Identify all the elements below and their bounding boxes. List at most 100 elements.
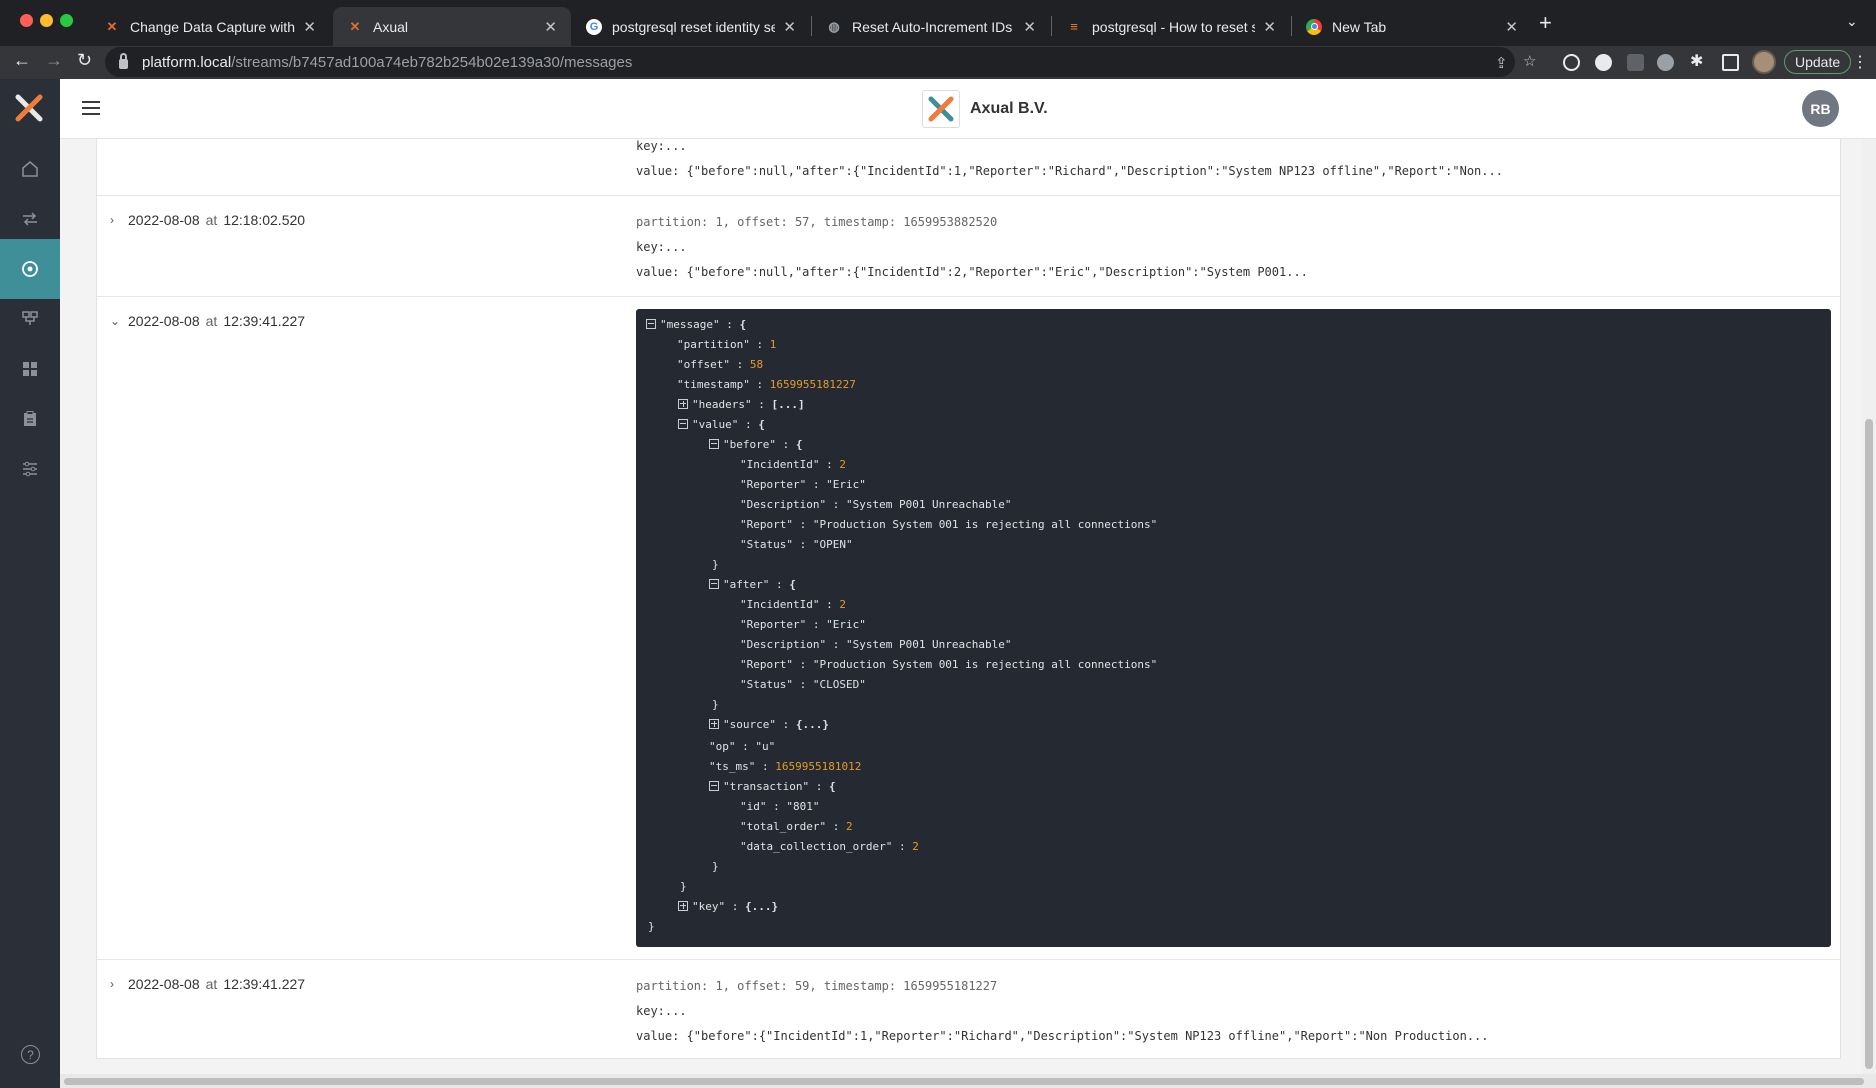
back-arrow-icon[interactable]: ←: [13, 50, 31, 71]
sidebar-item-settings[interactable]: [0, 439, 60, 499]
message-row: key:... value: {"before":null,"after":{"…: [97, 139, 1840, 196]
collapse-toggle-icon[interactable]: [709, 439, 719, 449]
update-label: Update: [1795, 54, 1841, 70]
message-row[interactable]: › 2022-08-08 at 12:39:41.227 partition: …: [97, 960, 1840, 1059]
brand: Axual B.V.: [922, 90, 1048, 128]
json-line: "data_collection_order" : 2: [740, 840, 919, 853]
extensions-puzzle-icon[interactable]: ✱: [1690, 51, 1703, 71]
stackoverflow-icon: ≡: [1070, 19, 1078, 34]
json-line: "Description" : "System P001 Unreachable…: [740, 638, 1012, 651]
side-panel-icon[interactable]: [1722, 54, 1739, 71]
close-tab-icon[interactable]: ✕: [1263, 18, 1276, 36]
chevron-down-icon[interactable]: ⌄: [110, 314, 124, 328]
horizontal-scrollbar[interactable]: [60, 1074, 1876, 1088]
extension-grammarly-icon[interactable]: [1595, 54, 1612, 71]
expand-toggle-icon[interactable]: [678, 901, 688, 911]
json-line: "headers" : [...]: [678, 398, 805, 411]
message-date: 2022-08-08: [128, 313, 200, 329]
tab-title: Reset Auto-Increment IDs in Po: [852, 18, 1015, 35]
chevron-right-icon[interactable]: ›: [110, 213, 124, 227]
json-line: "id" : "801": [740, 800, 820, 813]
collapse-toggle-icon[interactable]: [709, 781, 719, 791]
json-line: "partition" : 1: [677, 338, 777, 351]
json-line: "Report" : "Production System 001 is rej…: [740, 658, 1158, 671]
message-meta: partition: 1, offset: 57, timestamp: 165…: [636, 215, 998, 229]
json-line: }: [712, 698, 719, 711]
message-row-header[interactable]: › 2022-08-08 at 12:18:02.520: [110, 212, 305, 228]
json-line: "Report" : "Production System 001 is rej…: [740, 518, 1158, 531]
json-line: }: [648, 920, 655, 933]
forward-arrow-icon[interactable]: →: [45, 50, 63, 71]
extension-icon[interactable]: [1627, 54, 1644, 71]
close-tab-icon[interactable]: ✕: [544, 18, 557, 36]
tab-title: postgresql reset identity seque: [612, 18, 776, 35]
message-date: 2022-08-08: [128, 212, 200, 228]
extension-icon[interactable]: [1563, 54, 1580, 71]
browser-tab[interactable]: New Tab ✕: [1292, 7, 1532, 46]
vertical-scrollbar[interactable]: [1862, 139, 1876, 1074]
globe-icon: ◍: [828, 18, 840, 34]
close-tab-icon[interactable]: ✕: [1505, 18, 1518, 36]
message-date: 2022-08-08: [128, 976, 200, 992]
new-tab-button[interactable]: +: [1539, 12, 1552, 34]
user-avatar[interactable]: RB: [1802, 90, 1839, 127]
json-line: "offset" : 58: [677, 358, 764, 371]
message-row[interactable]: › 2022-08-08 at 12:18:02.520 partition: …: [97, 196, 1840, 297]
url-text[interactable]: platform.local/streams/b7457ad100a74eb78…: [142, 54, 632, 71]
browser-tab-active[interactable]: ✕ Axual ✕: [333, 7, 571, 46]
browser-tab[interactable]: G postgresql reset identity seque ✕: [572, 7, 810, 46]
json-line: "IncidentId" : 2: [740, 458, 846, 471]
json-line: "source" : {...}: [709, 718, 829, 731]
message-time: 12:39:41.227: [223, 313, 306, 329]
address-bar[interactable]: platform.local/streams/b7457ad100a74eb78…: [105, 47, 1515, 77]
home-icon: [22, 161, 38, 177]
hamburger-menu-icon[interactable]: [82, 101, 100, 119]
axual-x-icon: ✕: [106, 18, 118, 34]
tab-search-chevron-icon[interactable]: ⌄: [1846, 13, 1858, 30]
tab-title: New Tab: [1332, 18, 1387, 35]
url-path: /streams/b7457ad100a74eb782b254b02e139a3…: [231, 53, 633, 71]
dashboard-icon: [23, 362, 37, 376]
message-at: at: [205, 313, 218, 329]
close-tab-icon[interactable]: ✕: [1023, 18, 1036, 36]
json-line: }: [712, 860, 719, 873]
json-line: "key" : {...}: [678, 900, 778, 913]
expand-toggle-icon[interactable]: [709, 719, 719, 729]
extension-icon[interactable]: [1657, 54, 1674, 71]
profile-avatar[interactable]: [1752, 50, 1776, 74]
minimize-window-button[interactable]: [40, 14, 53, 27]
axual-logo-icon: [928, 96, 954, 122]
collapse-toggle-icon[interactable]: [678, 419, 688, 429]
browser-tab[interactable]: ✕ Change Data Capture with Pos ✕: [90, 7, 330, 46]
scrollbar-thumb[interactable]: [64, 1078, 1864, 1085]
help-icon[interactable]: ?: [21, 1045, 40, 1064]
update-button[interactable]: Update: [1784, 50, 1852, 74]
more-menu-icon[interactable]: ⋮: [1852, 52, 1868, 72]
tab-title: postgresql - How to reset seq: [1092, 18, 1256, 35]
axual-logo-icon[interactable]: [14, 93, 44, 123]
json-line: "timestamp" : 1659955181227: [677, 378, 856, 391]
stream-browse-icon: [22, 261, 38, 277]
message-value: value: {"before":null,"after":{"Incident…: [636, 164, 1503, 178]
close-tab-icon[interactable]: ✕: [783, 18, 796, 36]
collapse-toggle-icon[interactable]: [709, 579, 719, 589]
browser-tab[interactable]: ≡ postgresql - How to reset seq ✕: [1052, 7, 1290, 46]
reload-icon[interactable]: ↻: [77, 50, 92, 71]
json-line: "after" : {: [709, 578, 796, 591]
app-header: Axual B.V. RB: [60, 79, 1876, 139]
json-line: "total_order" : 2: [740, 820, 853, 833]
maximize-window-button[interactable]: [60, 14, 73, 27]
message-row-header[interactable]: › 2022-08-08 at 12:39:41.227: [110, 976, 305, 992]
applications-icon: [22, 311, 38, 325]
scrollbar-thumb[interactable]: [1865, 419, 1873, 1069]
close-window-button[interactable]: [20, 14, 33, 27]
expand-toggle-icon[interactable]: [678, 399, 688, 409]
share-icon[interactable]: ⇪: [1495, 54, 1508, 72]
close-tab-icon[interactable]: ✕: [303, 18, 316, 36]
collapse-toggle-icon[interactable]: [646, 319, 656, 329]
browser-tab[interactable]: ◍ Reset Auto-Increment IDs in Po ✕: [812, 7, 1050, 46]
chevron-right-icon[interactable]: ›: [110, 977, 124, 991]
bookmark-star-icon[interactable]: ☆: [1523, 52, 1536, 70]
message-row-header[interactable]: ⌄ 2022-08-08 at 12:39:41.227: [110, 313, 305, 329]
axual-x-icon: ✕: [349, 18, 361, 34]
